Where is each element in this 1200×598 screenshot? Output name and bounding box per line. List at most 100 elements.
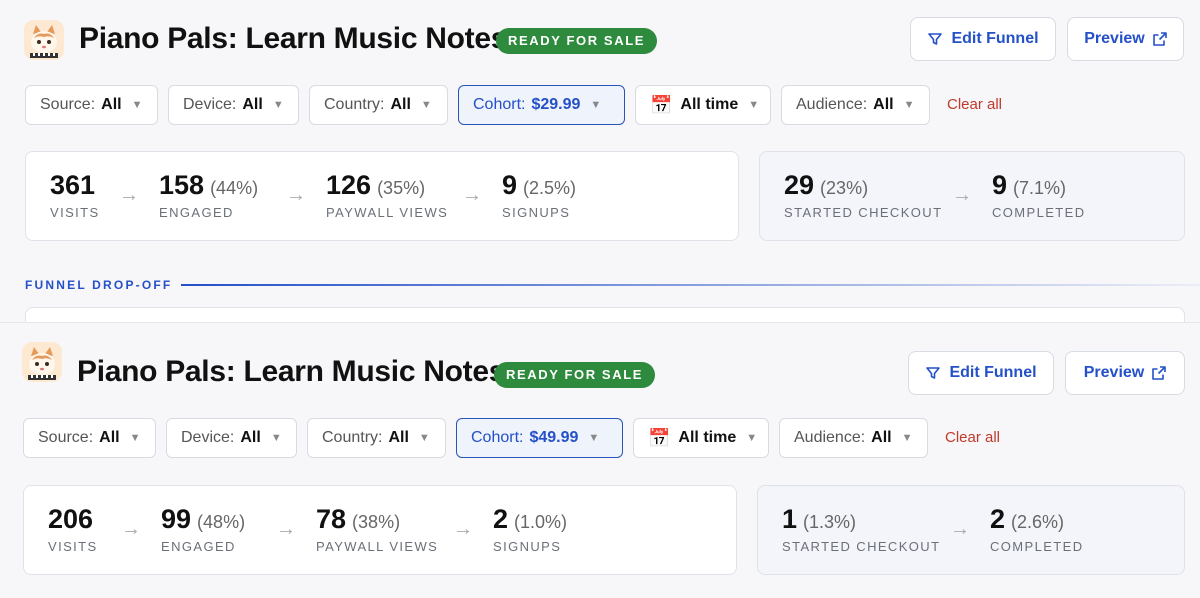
metric-label: ENGAGED [159, 205, 234, 220]
filter-source-value: All [99, 429, 120, 446]
filter-cohort-value: $29.99 [531, 96, 581, 113]
clear-all-link[interactable]: Clear all [947, 96, 1002, 113]
app-header: Piano Pals: Learn Music Notes READY FOR … [0, 333, 1200, 395]
metric-value: 9 [992, 170, 1008, 200]
filter-date[interactable]: 📅 All time ▼ [635, 85, 771, 125]
filter-source[interactable]: Source: All ▼ [23, 418, 156, 458]
caret-down-icon: ▼ [418, 432, 430, 444]
metric-value: 9 [502, 170, 518, 200]
metric-engaged: 99 (48%) ENGAGED [161, 504, 245, 554]
metric-percent: (44%) [210, 178, 259, 198]
filter-date-value: All time [680, 96, 739, 113]
app-header: Piano Pals: Learn Music Notes READY FOR … [0, 10, 1200, 70]
filter-audience[interactable]: Audience: All ▼ [781, 85, 930, 125]
metric-value: 126 [326, 170, 372, 200]
preview-label: Preview [1083, 364, 1145, 381]
caret-down-icon: ▼ [420, 99, 432, 111]
caret-down-icon: ▼ [590, 99, 602, 111]
caret-down-icon: ▼ [129, 432, 141, 444]
filter-audience-value: All [873, 96, 894, 113]
edit-funnel-button[interactable]: Edit Funnel [908, 351, 1054, 395]
metric-label: ENGAGED [161, 539, 236, 554]
arrow-right-icon: → [276, 518, 296, 540]
filter-device-value: All [240, 429, 261, 446]
arrow-right-icon: → [121, 518, 141, 540]
arrow-right-icon: → [952, 184, 972, 206]
funnel-panel-1: Piano Pals: Learn Music Notes READY FOR … [0, 0, 1200, 327]
filter-cohort-value: $49.99 [529, 429, 579, 446]
arrow-right-icon: → [453, 518, 473, 540]
metric-percent: (48%) [197, 512, 246, 532]
filter-cohort-label: Cohort: [471, 429, 524, 446]
metric-paywall-views: 78 (38%) PAYWALL VIEWS [316, 504, 438, 554]
metric-percent: (1.0%) [514, 512, 568, 532]
filter-cohort-label: Cohort: [473, 96, 526, 113]
caret-down-icon: ▼ [131, 99, 143, 111]
metric-label: SIGNUPS [493, 539, 562, 554]
caret-down-icon: ▼ [588, 432, 600, 444]
metric-percent: (38%) [352, 512, 401, 532]
metric-visits: 206 VISITS [48, 504, 98, 554]
filter-source-label: Source: [38, 429, 94, 446]
funnel-card: 206 VISITS → 99 (48%) ENGAGED → 78 (38%) P… [23, 485, 737, 575]
filter-date[interactable]: 📅 All time ▼ [633, 418, 769, 458]
filter-device-label: Device: [183, 96, 237, 113]
edit-funnel-label: Edit Funnel [951, 30, 1039, 47]
app-icon [22, 342, 62, 382]
funnel-card: 361 VISITS → 158 (44%) ENGAGED → 126 (35%)… [25, 151, 739, 241]
preview-button[interactable]: Preview [1065, 351, 1185, 395]
filter-icon [925, 365, 941, 381]
metric-value: 2 [493, 504, 509, 534]
metric-label: SIGNUPS [502, 205, 571, 220]
status-badge: READY FOR SALE [496, 28, 658, 54]
metric-completed: 9 (7.1%) COMPLETED [992, 170, 1086, 220]
clear-all-link[interactable]: Clear all [945, 429, 1000, 446]
filter-audience[interactable]: Audience: All ▼ [779, 418, 928, 458]
preview-button[interactable]: Preview [1067, 17, 1184, 61]
edit-funnel-button[interactable]: Edit Funnel [910, 17, 1056, 61]
filter-cohort[interactable]: Cohort: $29.99 ▼ [458, 85, 625, 125]
divider [181, 284, 1200, 286]
metric-completed: 2 (2.6%) COMPLETED [990, 504, 1084, 554]
metric-label: COMPLETED [990, 539, 1084, 554]
metric-value: 29 [784, 170, 815, 200]
metric-value: 2 [990, 504, 1006, 534]
filter-audience-value: All [871, 429, 892, 446]
metric-label: PAYWALL VIEWS [326, 205, 449, 220]
filter-country[interactable]: Country: All ▼ [309, 85, 448, 125]
filter-audience-label: Audience: [794, 429, 866, 446]
app-title: Piano Pals: Learn Music Notes [79, 22, 508, 55]
metric-started-checkout: 1 (1.3%) STARTED CHECKOUT [782, 504, 940, 554]
metric-percent: (35%) [377, 178, 426, 198]
caret-down-icon: ▼ [748, 99, 760, 111]
filter-audience-label: Audience: [796, 96, 868, 113]
status-badge: READY FOR SALE [494, 362, 656, 388]
metric-signups: 9 (2.5%) SIGNUPS [502, 170, 576, 220]
metric-label: VISITS [48, 539, 98, 554]
metric-label: PAYWALL VIEWS [316, 539, 439, 554]
preview-label: Preview [1084, 30, 1145, 47]
metric-signups: 2 (1.0%) SIGNUPS [493, 504, 567, 554]
metric-label: STARTED CHECKOUT [782, 539, 941, 554]
metric-percent: (2.5%) [523, 178, 577, 198]
caret-down-icon: ▼ [270, 432, 282, 444]
metric-value: 206 [48, 504, 94, 534]
external-link-icon [1152, 32, 1167, 46]
filter-country[interactable]: Country: All ▼ [307, 418, 446, 458]
filter-icon [927, 31, 943, 47]
app-icon [24, 20, 64, 60]
filter-date-value: All time [678, 429, 737, 446]
metric-percent: (23%) [820, 178, 869, 198]
filter-cohort[interactable]: Cohort: $49.99 ▼ [456, 418, 623, 458]
external-link-icon [1152, 366, 1167, 380]
filter-bar: Source: All ▼ Device: All ▼ Country: All… [0, 85, 1200, 125]
filter-source[interactable]: Source: All ▼ [25, 85, 158, 125]
caret-down-icon: ▼ [903, 99, 915, 111]
filter-source-label: Source: [40, 96, 96, 113]
filter-device[interactable]: Device: All ▼ [166, 418, 297, 458]
caret-down-icon: ▼ [746, 432, 758, 444]
arrow-right-icon: → [119, 184, 139, 206]
filter-device[interactable]: Device: All ▼ [168, 85, 299, 125]
caret-down-icon: ▼ [901, 432, 913, 444]
funnel-dropoff-header: FUNNEL DROP-OFF [25, 278, 1200, 294]
